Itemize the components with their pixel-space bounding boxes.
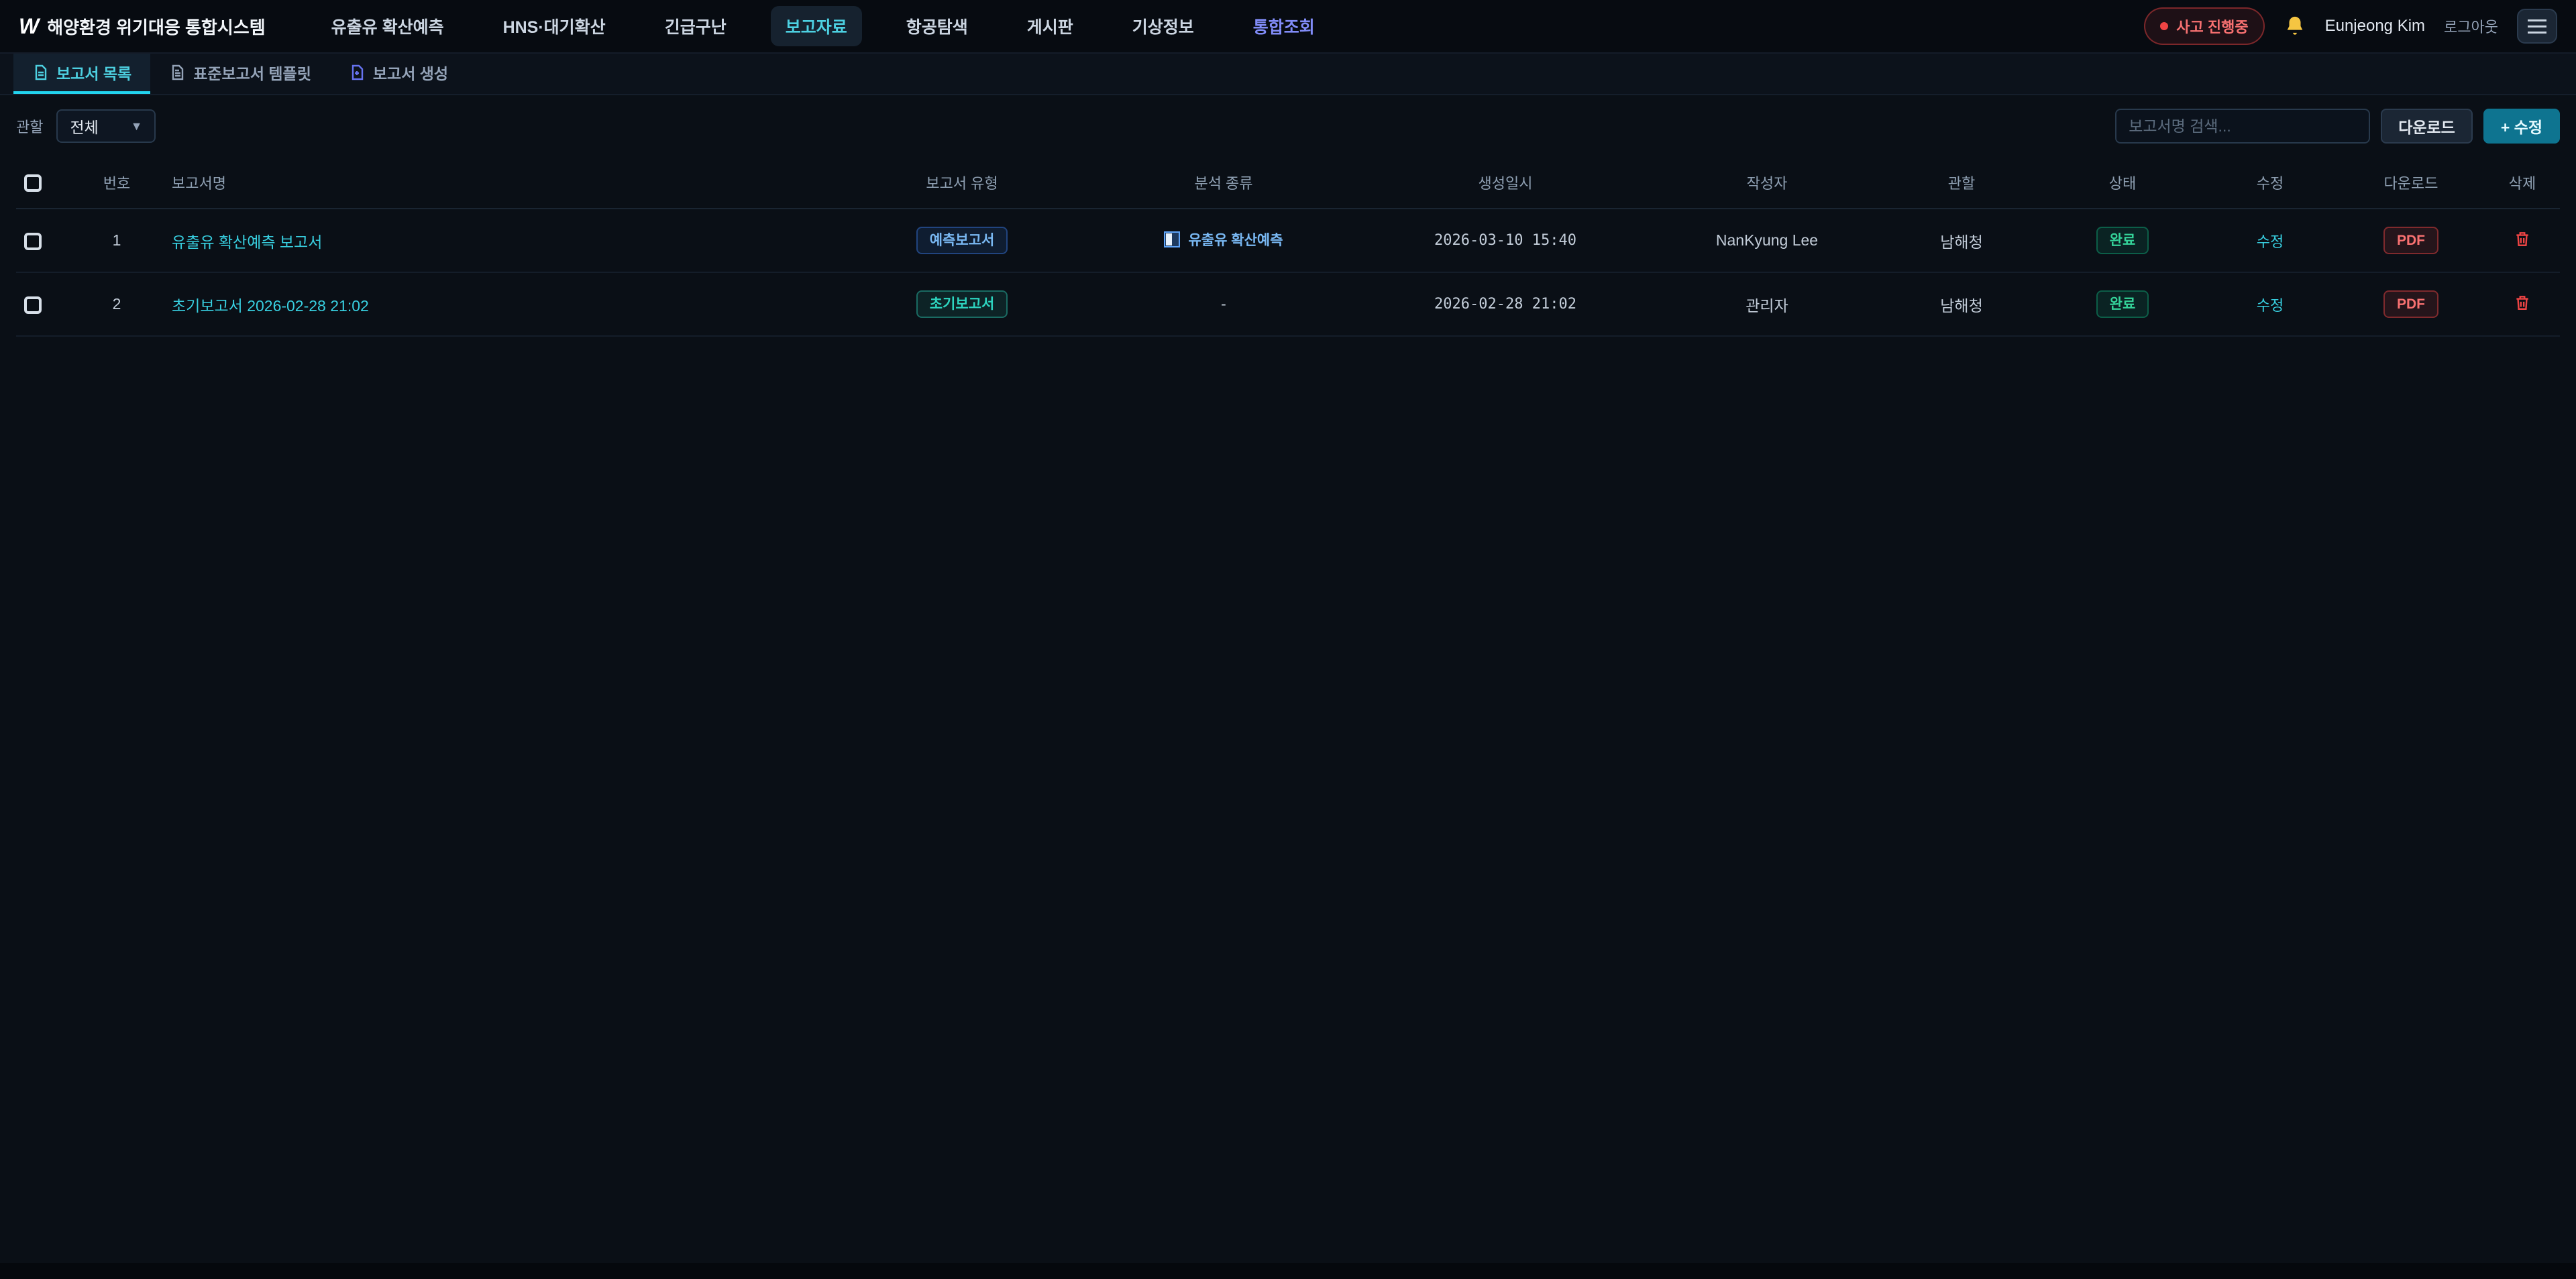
nav-item-board[interactable]: 게시판 <box>1012 6 1088 46</box>
delete-button[interactable] <box>2514 229 2531 248</box>
tab-report-list-label: 보고서 목록 <box>56 61 131 84</box>
report-name-link[interactable]: 초기보고서 2026-02-28 21:02 <box>172 297 369 315</box>
report-search-input[interactable] <box>2115 109 2370 144</box>
row-number: 1 <box>70 209 164 272</box>
header-delete: 삭제 <box>2485 157 2560 209</box>
hamburger-icon <box>2528 19 2546 21</box>
edit-link[interactable]: 수정 <box>2257 297 2284 314</box>
report-type-badge: 초기보고서 <box>916 290 1008 318</box>
analysis-type-cell: - <box>1089 272 1358 336</box>
logout-button[interactable]: 로그아웃 <box>2444 15 2498 37</box>
header-download: 다운로드 <box>2337 157 2485 209</box>
analysis-type-cell: 유출유 확산예측 <box>1164 229 1283 249</box>
header-analysis-type: 분석 종류 <box>1089 157 1358 209</box>
header-author: 작성자 <box>1653 157 1881 209</box>
edit-button[interactable]: + 수정 <box>2483 109 2560 144</box>
trash-icon <box>2514 293 2531 312</box>
edit-link[interactable]: 수정 <box>2257 233 2284 250</box>
filter-actions: 다운로드 + 수정 <box>2115 109 2560 144</box>
report-table: 번호 보고서명 보고서 유형 분석 종류 생성일시 작성자 관할 상태 수정 다… <box>16 157 2560 337</box>
header-report-name: 보고서명 <box>164 157 835 209</box>
row-checkbox[interactable] <box>24 296 42 314</box>
document-create-icon <box>349 64 365 81</box>
select-all-checkbox[interactable] <box>24 174 42 192</box>
tab-standard-template-label: 표준보고서 템플릿 <box>193 61 311 84</box>
report-type-badge: 예측보고서 <box>916 227 1008 254</box>
delete-button[interactable] <box>2514 293 2531 312</box>
incident-status-badge[interactable]: 사고 진행중 <box>2144 7 2264 45</box>
nav-item-hns-atmosphere[interactable]: HNS·대기확산 <box>488 6 621 46</box>
filter-bar: 관할 전체 ▼ 다운로드 + 수정 <box>0 95 2576 157</box>
jurisdiction-select[interactable]: 전체 ▼ <box>56 109 156 143</box>
tab-standard-template[interactable]: 표준보고서 템플릿 <box>150 54 330 94</box>
report-tabs: 보고서 목록 표준보고서 템플릿 보고서 생성 <box>0 54 2576 95</box>
download-button[interactable]: 다운로드 <box>2381 109 2473 144</box>
app-logo[interactable]: W 해양환경 위기대응 통합시스템 <box>19 14 266 39</box>
table-row: 2 초기보고서 2026-02-28 21:02 초기보고서 - 2026-02… <box>16 272 2560 336</box>
app-root: W 해양환경 위기대응 통합시스템 유출유 확산예측 HNS·대기확산 긴급구난… <box>0 0 2576 1279</box>
nav-item-aerial-search[interactable]: 항공탐색 <box>892 6 983 46</box>
nav-item-weather-info[interactable]: 기상정보 <box>1118 6 1209 46</box>
incident-badge-label: 사고 진행중 <box>2176 15 2248 37</box>
table-row: 1 유출유 확산예측 보고서 예측보고서 유출유 확산예측 2026-03-10… <box>16 209 2560 272</box>
jurisdiction-label: 관할 <box>16 115 43 137</box>
logo-icon: W <box>19 14 38 39</box>
row-number: 2 <box>70 272 164 336</box>
app-title: 해양환경 위기대응 통합시스템 <box>47 14 265 39</box>
row-checkbox[interactable] <box>24 233 42 250</box>
analysis-thumbnail-icon <box>1164 231 1180 247</box>
author: 관리자 <box>1653 272 1881 336</box>
nav-item-integrated-search[interactable]: 통합조회 <box>1238 6 1330 46</box>
chevron-down-icon: ▼ <box>131 119 143 133</box>
pdf-download-button[interactable]: PDF <box>2383 290 2438 318</box>
header-number: 번호 <box>70 157 164 209</box>
jurisdiction-select-value: 전체 <box>70 115 98 137</box>
jurisdiction: 남해청 <box>1881 272 2042 336</box>
hamburger-menu-button[interactable] <box>2517 9 2557 44</box>
nav-item-emergency-rescue[interactable]: 긴급구난 <box>650 6 741 46</box>
status-badge: 완료 <box>2096 290 2149 318</box>
incident-dot-icon <box>2160 22 2168 30</box>
created-at: 2026-03-10 15:40 <box>1358 209 1653 272</box>
notification-bell-button[interactable] <box>2284 15 2306 38</box>
tab-report-list[interactable]: 보고서 목록 <box>13 54 150 94</box>
document-list-icon <box>32 64 48 81</box>
main-nav: 유출유 확산예측 HNS·대기확산 긴급구난 보고자료 항공탐색 게시판 기상정… <box>317 6 1330 46</box>
analysis-type-label: 유출유 확산예측 <box>1188 229 1283 249</box>
nav-item-oil-spill-prediction[interactable]: 유출유 확산예측 <box>317 6 459 46</box>
author: NanKyung Lee <box>1653 209 1881 272</box>
jurisdiction: 남해청 <box>1881 209 2042 272</box>
document-template-icon <box>169 64 185 81</box>
bell-icon <box>2284 15 2306 38</box>
trash-icon <box>2514 229 2531 248</box>
top-navigation-bar: W 해양환경 위기대응 통합시스템 유출유 확산예측 HNS·대기확산 긴급구난… <box>0 0 2576 54</box>
nav-item-reports[interactable]: 보고자료 <box>771 6 862 46</box>
header-status: 상태 <box>2042 157 2203 209</box>
tab-create-report[interactable]: 보고서 생성 <box>330 54 467 94</box>
topbar-right: 사고 진행중 Eunjeong Kim 로그아웃 <box>2144 7 2557 45</box>
status-badge: 완료 <box>2096 227 2149 254</box>
header-created-at: 생성일시 <box>1358 157 1653 209</box>
bottom-bar <box>0 1263 2576 1279</box>
report-name-link[interactable]: 유출유 확산예측 보고서 <box>172 233 322 251</box>
header-edit: 수정 <box>2203 157 2337 209</box>
user-name: Eunjeong Kim <box>2325 17 2425 36</box>
header-jurisdiction: 관할 <box>1881 157 2042 209</box>
table-header-row: 번호 보고서명 보고서 유형 분석 종류 생성일시 작성자 관할 상태 수정 다… <box>16 157 2560 209</box>
report-table-container: 번호 보고서명 보고서 유형 분석 종류 생성일시 작성자 관할 상태 수정 다… <box>0 157 2576 337</box>
created-at: 2026-02-28 21:02 <box>1358 272 1653 336</box>
pdf-download-button[interactable]: PDF <box>2383 227 2438 254</box>
tab-create-report-label: 보고서 생성 <box>373 61 448 84</box>
header-report-type: 보고서 유형 <box>835 157 1089 209</box>
